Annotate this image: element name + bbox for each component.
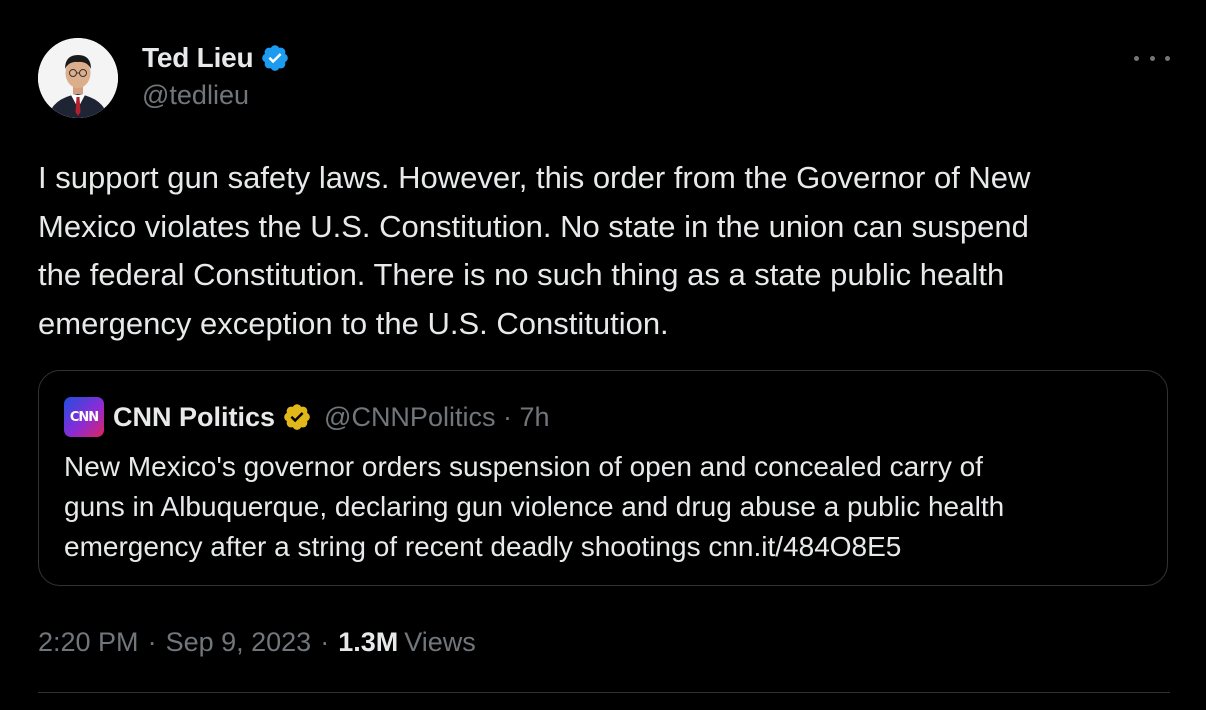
tweet-time[interactable]: 2:20 PM	[38, 627, 139, 658]
quoted-author-name[interactable]: CNN Politics	[113, 402, 275, 433]
quoted-avatar-logo: CNN	[69, 409, 99, 425]
quoted-author-avatar[interactable]: CNN	[64, 397, 104, 437]
quoted-text-line: guns in Albuquerque, declaring gun viole…	[64, 491, 1005, 522]
tweet-text: I support gun safety laws. However, this…	[38, 154, 1178, 348]
tweet-card: Ted Lieu @tedlieu I support gun safety l…	[0, 0, 1206, 710]
more-dot	[1165, 55, 1170, 61]
more-dot	[1134, 55, 1139, 61]
author-block: Ted Lieu @tedlieu	[142, 40, 290, 111]
tweet-text-line: I support gun safety laws. However, this…	[38, 160, 1031, 195]
tweet-metadata: 2:20 PM · Sep 9, 2023 · 1.3M Views	[38, 622, 476, 662]
quoted-text-line: New Mexico's governor orders suspension …	[64, 451, 983, 482]
tweet-text-line: emergency exception to the U.S. Constitu…	[38, 305, 669, 341]
views-count[interactable]: 1.3M	[338, 627, 398, 658]
meta-separator: ·	[147, 626, 157, 657]
tweet-text-line: the federal Constitution. There is no su…	[38, 257, 1005, 292]
author-avatar-image	[38, 38, 118, 118]
author-display-name[interactable]: Ted Lieu	[142, 42, 254, 74]
quoted-tweet-text: New Mexico's governor orders suspension …	[64, 447, 1144, 567]
verified-gold-badge-icon[interactable]	[282, 402, 312, 432]
author-name-row: Ted Lieu	[142, 40, 290, 76]
quoted-text-line: emergency after a string of recent deadl…	[64, 531, 902, 562]
author-avatar[interactable]	[38, 38, 118, 118]
more-dot	[1149, 55, 1155, 61]
meta-separator: ·	[320, 626, 330, 657]
views-label[interactable]: Views	[404, 627, 476, 658]
ellipsis-horizontal-icon[interactable]	[1134, 44, 1170, 72]
quoted-tweet-header: CNN CNN Politics @CNNPolitics · 7h	[64, 397, 549, 437]
quoted-handle-time: @CNNPolitics · 7h	[324, 401, 550, 432]
divider	[38, 692, 1170, 693]
tweet-date[interactable]: Sep 9, 2023	[166, 627, 312, 658]
verified-badge-icon[interactable]	[260, 43, 290, 73]
tweet-text-line: Mexico violates the U.S. Constitution. N…	[38, 208, 1029, 244]
author-handle[interactable]: @tedlieu	[142, 80, 290, 111]
quoted-tweet[interactable]: CNN CNN Politics @CNNPolitics · 7h New M…	[38, 370, 1168, 586]
